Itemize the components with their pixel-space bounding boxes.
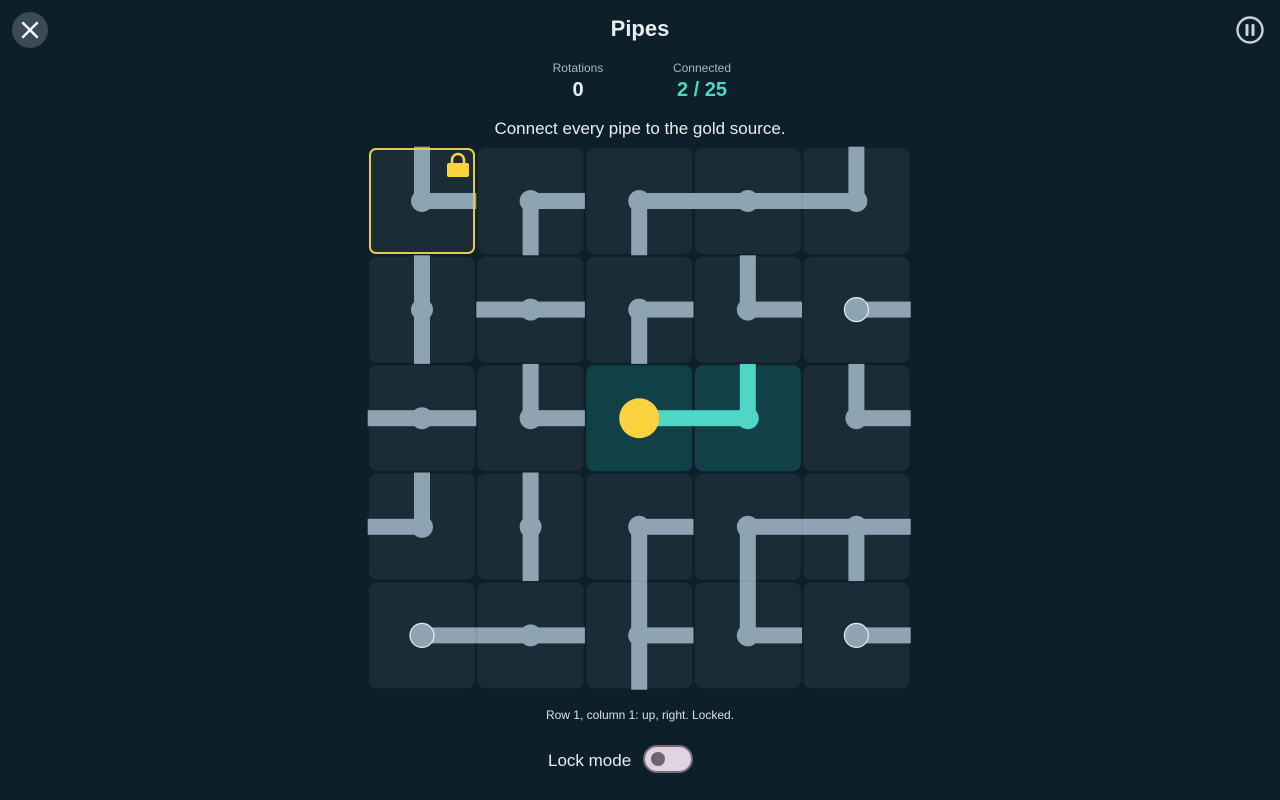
lock-mode-toggle[interactable] [643, 745, 693, 773]
pipe-joint [845, 190, 868, 212]
pipe-board [367, 146, 911, 690]
pipe-joint [411, 515, 433, 538]
pipe-joint [628, 190, 651, 212]
pipe-joint [736, 515, 759, 538]
pipe-joint [411, 298, 433, 321]
pipe-joint [845, 515, 868, 538]
pipe-joint [519, 190, 542, 212]
pipe-joint [411, 407, 433, 430]
selection-status: Row 1, column 1: up, right. Locked. [545, 708, 735, 722]
pipe-endpoint [409, 622, 435, 649]
source-node [619, 398, 660, 439]
pipe-endpoint [843, 622, 870, 649]
pipe-joint [519, 407, 542, 430]
pipe-joint [845, 407, 868, 430]
pipe-endpoint [843, 297, 870, 323]
pipe-joint [736, 298, 759, 321]
pipe-joint [628, 298, 651, 321]
pipe-joint [519, 298, 542, 321]
pipe-joint [628, 515, 651, 538]
pipe-joint [736, 624, 759, 647]
pipe-joint [519, 515, 542, 538]
pipe-joint [411, 190, 433, 212]
toggle-knob [651, 752, 665, 766]
lock-mode-label: Lock mode [548, 751, 632, 770]
pipe-joint [736, 190, 759, 212]
pipe-joint [736, 407, 759, 430]
pipe-joint [519, 624, 542, 647]
pipe-joint [628, 624, 651, 647]
lock-icon [447, 163, 469, 177]
